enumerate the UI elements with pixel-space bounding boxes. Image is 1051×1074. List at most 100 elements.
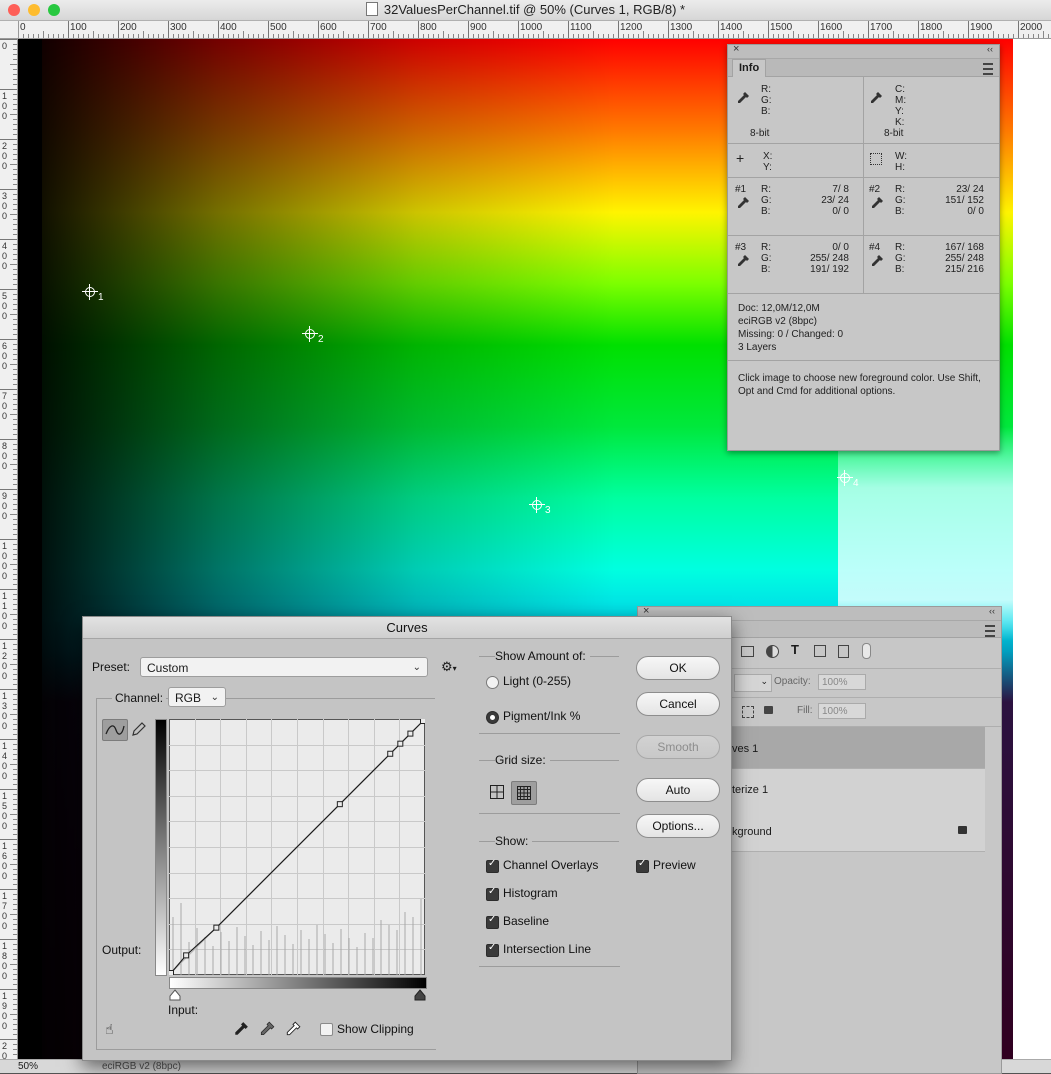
- window-title: 32ValuesPerChannel.tif @ 50% (Curves 1, …: [383, 2, 686, 17]
- channel-select[interactable]: RGB ⌄: [168, 687, 226, 707]
- eyedropper-icon[interactable]: [736, 254, 750, 268]
- preset-select[interactable]: Custom ⌄: [140, 657, 428, 677]
- baseline-label: Baseline: [503, 914, 550, 928]
- close-window-button[interactable]: [8, 4, 20, 16]
- show-clipping-checkbox[interactable]: [320, 1023, 333, 1036]
- color-sampler-1[interactable]: 1: [82, 284, 104, 303]
- panel-menu-icon[interactable]: [983, 63, 993, 75]
- channel-label: Channel:: [112, 691, 167, 705]
- smooth-button[interactable]: Smooth: [636, 735, 720, 759]
- document-profile[interactable]: eciRGB v2 (8bpc): [102, 1061, 181, 1072]
- curve-control-point[interactable]: [397, 740, 404, 747]
- curve-control-point[interactable]: [183, 952, 190, 959]
- curve-control-point[interactable]: [213, 924, 220, 931]
- ruler-tick-label: 300: [2, 191, 8, 221]
- y-label: Y:: [763, 162, 772, 173]
- cmyk-m-label: M:: [895, 95, 907, 106]
- collapse-icon[interactable]: ‹‹: [989, 606, 995, 616]
- info-samplers-1-2: #1 R: 7/ 8 G: 23/ 24 B: 0/ 0 #2 R: 23/ 24 G:…: [728, 177, 999, 236]
- layer-name[interactable]: terize 1: [732, 784, 768, 796]
- minimize-window-button[interactable]: [28, 4, 40, 16]
- curve-control-point[interactable]: [387, 750, 394, 757]
- ruler-tick-label: 200: [2, 141, 8, 171]
- detailed-grid-button[interactable]: [511, 781, 537, 805]
- shape-filter-icon[interactable]: [814, 645, 826, 657]
- fill-input[interactable]: 100%: [818, 703, 866, 719]
- sampler-4-b: 215/ 216: [945, 264, 984, 275]
- gray-point-eyedropper-icon[interactable]: [259, 1021, 275, 1037]
- curve-control-point[interactable]: [407, 730, 414, 737]
- canvas-pasteboard: [1013, 39, 1051, 1059]
- zoom-level[interactable]: 50%: [18, 1061, 38, 1072]
- curve-point-tool[interactable]: [102, 719, 128, 741]
- lock-all-icon[interactable]: [764, 706, 773, 714]
- eyedropper-icon[interactable]: [870, 254, 884, 268]
- color-sampler-4[interactable]: 4: [837, 470, 859, 489]
- layer-name[interactable]: ves 1: [732, 743, 758, 755]
- channel-overlays-checkbox[interactable]: [486, 858, 499, 873]
- opacity-input[interactable]: 100%: [818, 674, 866, 690]
- tab-info[interactable]: Info: [732, 59, 767, 77]
- eyedropper-icon[interactable]: [736, 91, 750, 105]
- rgb-r-label: R:: [761, 84, 771, 95]
- collapse-icon[interactable]: ‹‹: [987, 44, 993, 54]
- input-gradient-bar: [169, 977, 427, 989]
- type-filter-icon[interactable]: T: [791, 642, 799, 657]
- black-point-eyedropper-icon[interactable]: [233, 1021, 249, 1037]
- ruler-tick-label: 100: [2, 91, 8, 121]
- ruler-tick-label: 400: [220, 22, 237, 33]
- baseline-checkbox[interactable]: [486, 914, 499, 929]
- light-radio[interactable]: [486, 676, 499, 689]
- ruler-tick-label: 800: [420, 22, 437, 33]
- sampler-1-r: 7/ 8: [832, 184, 849, 195]
- color-sampler-3[interactable]: 3: [529, 497, 551, 516]
- auto-button[interactable]: Auto: [636, 778, 720, 802]
- preset-options-gear-icon[interactable]: ⚙▾: [441, 659, 457, 675]
- panel-menu-icon[interactable]: [985, 625, 995, 637]
- ruler-tick-label: 1400: [720, 22, 743, 33]
- eyedropper-icon[interactable]: [736, 196, 750, 210]
- zoom-window-button[interactable]: [48, 4, 60, 16]
- on-image-adjust-icon[interactable]: ☝: [105, 1021, 114, 1038]
- ruler-tick-label: 300: [170, 22, 187, 33]
- pigment-radio[interactable]: [486, 711, 499, 724]
- curve-graph[interactable]: [169, 719, 425, 975]
- info-document-details: Doc: 12,0M/12,0M eciRGB v2 (8bpc) Missin…: [728, 293, 999, 361]
- black-point-slider[interactable]: [414, 989, 426, 1001]
- sampler-4-g: 255/ 248: [945, 253, 984, 264]
- adjustment-filter-icon[interactable]: [766, 645, 779, 658]
- doc-layers: 3 Layers: [738, 342, 777, 353]
- eyedropper-icon[interactable]: [869, 91, 883, 105]
- ok-button[interactable]: OK: [636, 656, 720, 680]
- horizontal-ruler[interactable]: 0 100 200 300 400 500 600 700 800 900 1000 1100 1200…: [18, 21, 1051, 39]
- image-filter-icon[interactable]: [741, 646, 754, 657]
- white-point-eyedropper-icon[interactable]: [285, 1021, 301, 1037]
- bit-depth-left: 8-bit: [750, 128, 770, 139]
- histogram-checkbox[interactable]: [486, 886, 499, 901]
- filter-toggle[interactable]: [862, 643, 871, 659]
- curve-control-point[interactable]: [420, 719, 426, 724]
- ruler-tick-label: 1300: [2, 691, 8, 731]
- document-icon: [365, 2, 378, 16]
- color-sampler-2[interactable]: 2: [302, 326, 324, 345]
- blend-mode-select[interactable]: ⌄: [734, 674, 772, 692]
- smart-object-filter-icon[interactable]: [838, 645, 849, 658]
- info-samplers-3-4: #3 R: 0/ 0 G: 255/ 248 B: 191/ 192 #4 R: 167…: [728, 235, 999, 294]
- curve-control-point[interactable]: [169, 970, 174, 976]
- ruler-origin[interactable]: [0, 21, 19, 39]
- vertical-ruler[interactable]: 0 100 200 300 400 500 600 700 800 900 1000 1100 1200…: [0, 21, 18, 1072]
- eyedropper-icon[interactable]: [870, 196, 884, 210]
- preview-checkbox[interactable]: [636, 858, 649, 873]
- ruler-tick-label: 1500: [770, 22, 793, 33]
- options-button[interactable]: Options...: [636, 814, 720, 838]
- intersection-line-checkbox[interactable]: [486, 942, 499, 957]
- white-point-slider[interactable]: [169, 989, 181, 1001]
- lock-position-icon[interactable]: [742, 706, 754, 718]
- cancel-button[interactable]: Cancel: [636, 692, 720, 716]
- close-icon[interactable]: ×: [733, 43, 739, 55]
- curves-dialog: Curves Preset: Custom ⌄ ⚙▾ Channel: RGB …: [82, 616, 732, 1061]
- layer-name[interactable]: kground: [732, 826, 772, 838]
- curve-control-point[interactable]: [336, 801, 343, 808]
- pencil-icon[interactable]: [131, 721, 147, 737]
- simple-grid-icon[interactable]: [490, 785, 504, 799]
